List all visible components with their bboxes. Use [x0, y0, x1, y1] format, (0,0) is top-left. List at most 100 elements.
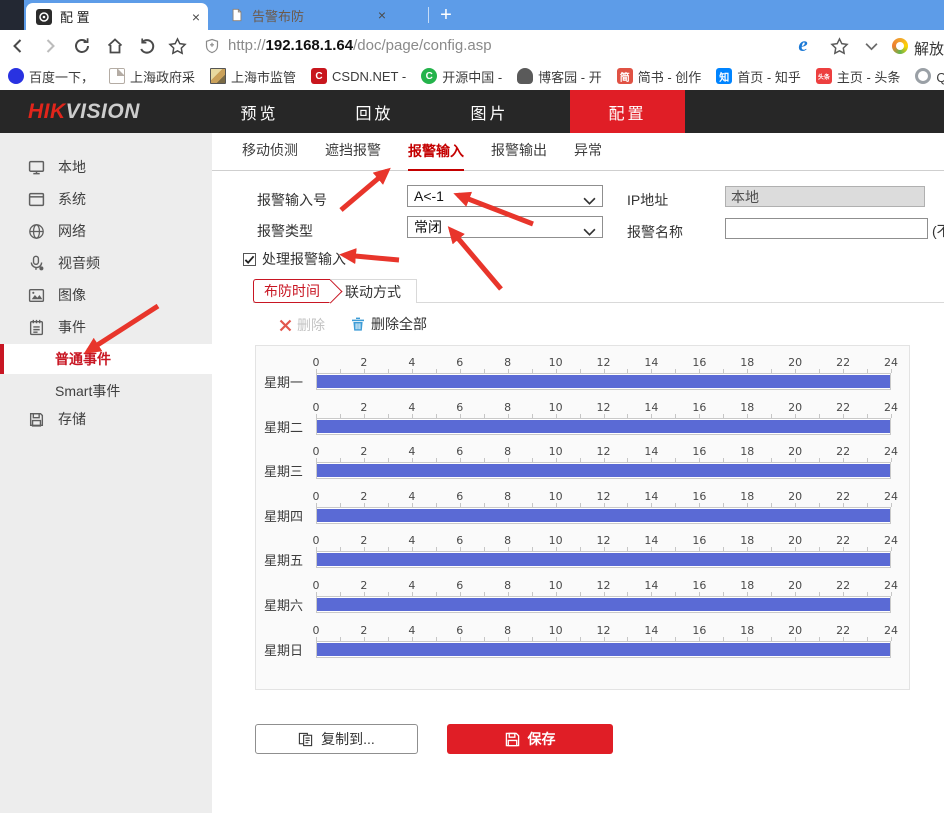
content-tab-4[interactable]: 异常: [574, 140, 602, 170]
new-tab-button[interactable]: +: [433, 1, 459, 29]
hour-label: 10: [549, 356, 563, 369]
bookmark-label: QTCN开发: [936, 67, 944, 86]
extension-orb-icon[interactable]: [890, 36, 910, 56]
hour-label: 10: [549, 490, 563, 503]
schedule-track[interactable]: [316, 641, 891, 658]
bookmark-shjg[interactable]: 上海市监管: [210, 67, 296, 86]
bookmark-jianshu[interactable]: 简简书 - 创作: [617, 67, 702, 86]
content-tab-0[interactable]: 移动侦测: [242, 140, 298, 170]
content-tab-1[interactable]: 遮挡报警: [325, 140, 381, 170]
content-tab-3[interactable]: 报警输出: [491, 140, 547, 170]
schedule-bar[interactable]: [317, 464, 890, 477]
schedule-bar[interactable]: [317, 375, 890, 388]
reload-icon[interactable]: [72, 36, 92, 56]
hour-label: 10: [549, 401, 563, 414]
browser-tab-config[interactable]: 配 置 ×: [26, 3, 208, 30]
chevron-down-icon: [583, 224, 596, 240]
hour-label: 0: [313, 356, 320, 369]
sidebar-item-local[interactable]: 本地: [0, 152, 212, 182]
hour-label: 16: [692, 356, 706, 369]
sidebar-item-network[interactable]: 网络: [0, 216, 212, 246]
schedule-track[interactable]: [316, 507, 891, 524]
hour-label: 20: [788, 490, 802, 503]
sidebar-item-storage[interactable]: 存储: [0, 404, 212, 434]
schedule-track[interactable]: [316, 551, 891, 568]
schedule-track[interactable]: [316, 418, 891, 435]
storage-icon: [28, 411, 45, 428]
favorite-star-icon[interactable]: [167, 36, 187, 56]
sidebar-item-basic-event[interactable]: 普通事件: [0, 344, 212, 374]
subtab-label: 布防时间: [264, 281, 320, 301]
url-text[interactable]: http://192.168.1.64/doc/page/config.asp: [228, 37, 492, 54]
hour-label: 14: [644, 356, 658, 369]
sidebar-item-image[interactable]: 图像: [0, 280, 212, 310]
schedule-bar[interactable]: [317, 420, 890, 433]
nav-preview[interactable]: 预览: [202, 90, 317, 133]
ie-mode-icon[interactable]: e: [793, 34, 813, 54]
close-tab-icon[interactable]: ×: [378, 8, 386, 22]
nav-picture[interactable]: 图片: [432, 90, 547, 133]
hour-label: 4: [408, 579, 415, 592]
copy-to-button[interactable]: 复制到...: [255, 724, 418, 754]
nav-playback[interactable]: 回放: [317, 90, 432, 133]
save-disk-icon: [505, 732, 520, 747]
hour-label: 18: [740, 624, 754, 637]
hikvision-logo: HIKVISION: [28, 100, 140, 124]
schedule-bar[interactable]: [317, 598, 890, 611]
hour-label: 14: [644, 490, 658, 503]
nav-config[interactable]: 配置: [570, 90, 685, 133]
bookmark-cnblogs[interactable]: 博客园 - 开: [517, 67, 602, 86]
bookmark-oschina[interactable]: C开源中国 -: [421, 67, 502, 86]
sidebar-item-system[interactable]: 系统: [0, 184, 212, 214]
save-button[interactable]: 保存: [447, 724, 613, 754]
forward-icon[interactable]: [40, 36, 60, 56]
tab-arming-schedule[interactable]: 布防时间: [253, 279, 330, 303]
bookmark-qtcn[interactable]: QTCN开发: [915, 67, 944, 86]
tab-linkage-method[interactable]: 联动方式: [330, 279, 417, 303]
bookmark-zhihu[interactable]: 知首页 - 知乎: [716, 67, 801, 86]
alarm-input-number-select[interactable]: A<-1: [407, 185, 603, 207]
hour-labels: 024681012141618202224: [316, 401, 891, 413]
sidebar-item-label: 视音频: [58, 253, 100, 273]
back-icon[interactable]: [8, 36, 28, 56]
bookmark-csdn[interactable]: CCSDN.NET -: [311, 68, 406, 84]
schedule-bar[interactable]: [317, 553, 890, 566]
schedule-bar[interactable]: [317, 509, 890, 522]
chevron-down-icon[interactable]: [861, 36, 881, 56]
alarm-name-field[interactable]: [725, 218, 928, 239]
content-tabs: 移动侦测遮挡报警报警输入报警输出异常: [212, 133, 944, 171]
zhihu-favicon-icon: 知: [716, 68, 732, 84]
alarm-type-select[interactable]: 常闭: [407, 216, 603, 238]
sidebar-item-label: Smart事件: [55, 381, 120, 401]
bookmark-shgov[interactable]: 上海政府采: [109, 67, 195, 86]
delete-button[interactable]: 删除: [279, 315, 325, 335]
content-tab-2[interactable]: 报警输入: [408, 141, 464, 171]
undo-icon[interactable]: [137, 36, 157, 56]
schedule-track[interactable]: [316, 373, 891, 390]
bookmark-toutiao[interactable]: 头条主页 - 头条: [816, 67, 901, 86]
site-shield-icon[interactable]: [202, 36, 222, 56]
bookmark-baidu[interactable]: 百度一下，: [8, 67, 94, 86]
hour-label: 14: [644, 401, 658, 414]
home-icon[interactable]: [105, 36, 125, 56]
process-alarm-checkbox-row[interactable]: 处理报警输入: [243, 249, 346, 269]
sidebar-item-smart-event[interactable]: Smart事件: [0, 376, 212, 406]
delete-all-button[interactable]: 删除全部: [350, 314, 427, 334]
bookmarks-bar: 百度一下， 上海政府采上海市监管 CCSDN.NET - C开源中国 - 博客园 - …: [0, 62, 944, 90]
sidebar-item-event[interactable]: 事件: [0, 312, 212, 342]
bookmark-star-icon[interactable]: [829, 36, 849, 56]
hour-label: 2: [360, 490, 367, 503]
mic-icon: [28, 255, 45, 272]
schedule-track[interactable]: [316, 596, 891, 613]
schedule-bar[interactable]: [317, 643, 890, 656]
sidebar-item-label: 事件: [58, 317, 86, 337]
hour-label: 0: [313, 624, 320, 637]
schedule-track[interactable]: [316, 462, 891, 479]
close-tab-icon[interactable]: ×: [192, 10, 200, 24]
hour-label: 0: [313, 534, 320, 547]
checkbox-checked-icon[interactable]: [243, 253, 256, 266]
sidebar-nav: 本地系统网络视音频图像事件普通事件 Smart事件存储: [0, 133, 212, 813]
browser-tab-alarm[interactable]: 告警布防 ×: [216, 0, 394, 30]
hour-label: 4: [408, 490, 415, 503]
sidebar-item-audio-video[interactable]: 视音频: [0, 248, 212, 278]
